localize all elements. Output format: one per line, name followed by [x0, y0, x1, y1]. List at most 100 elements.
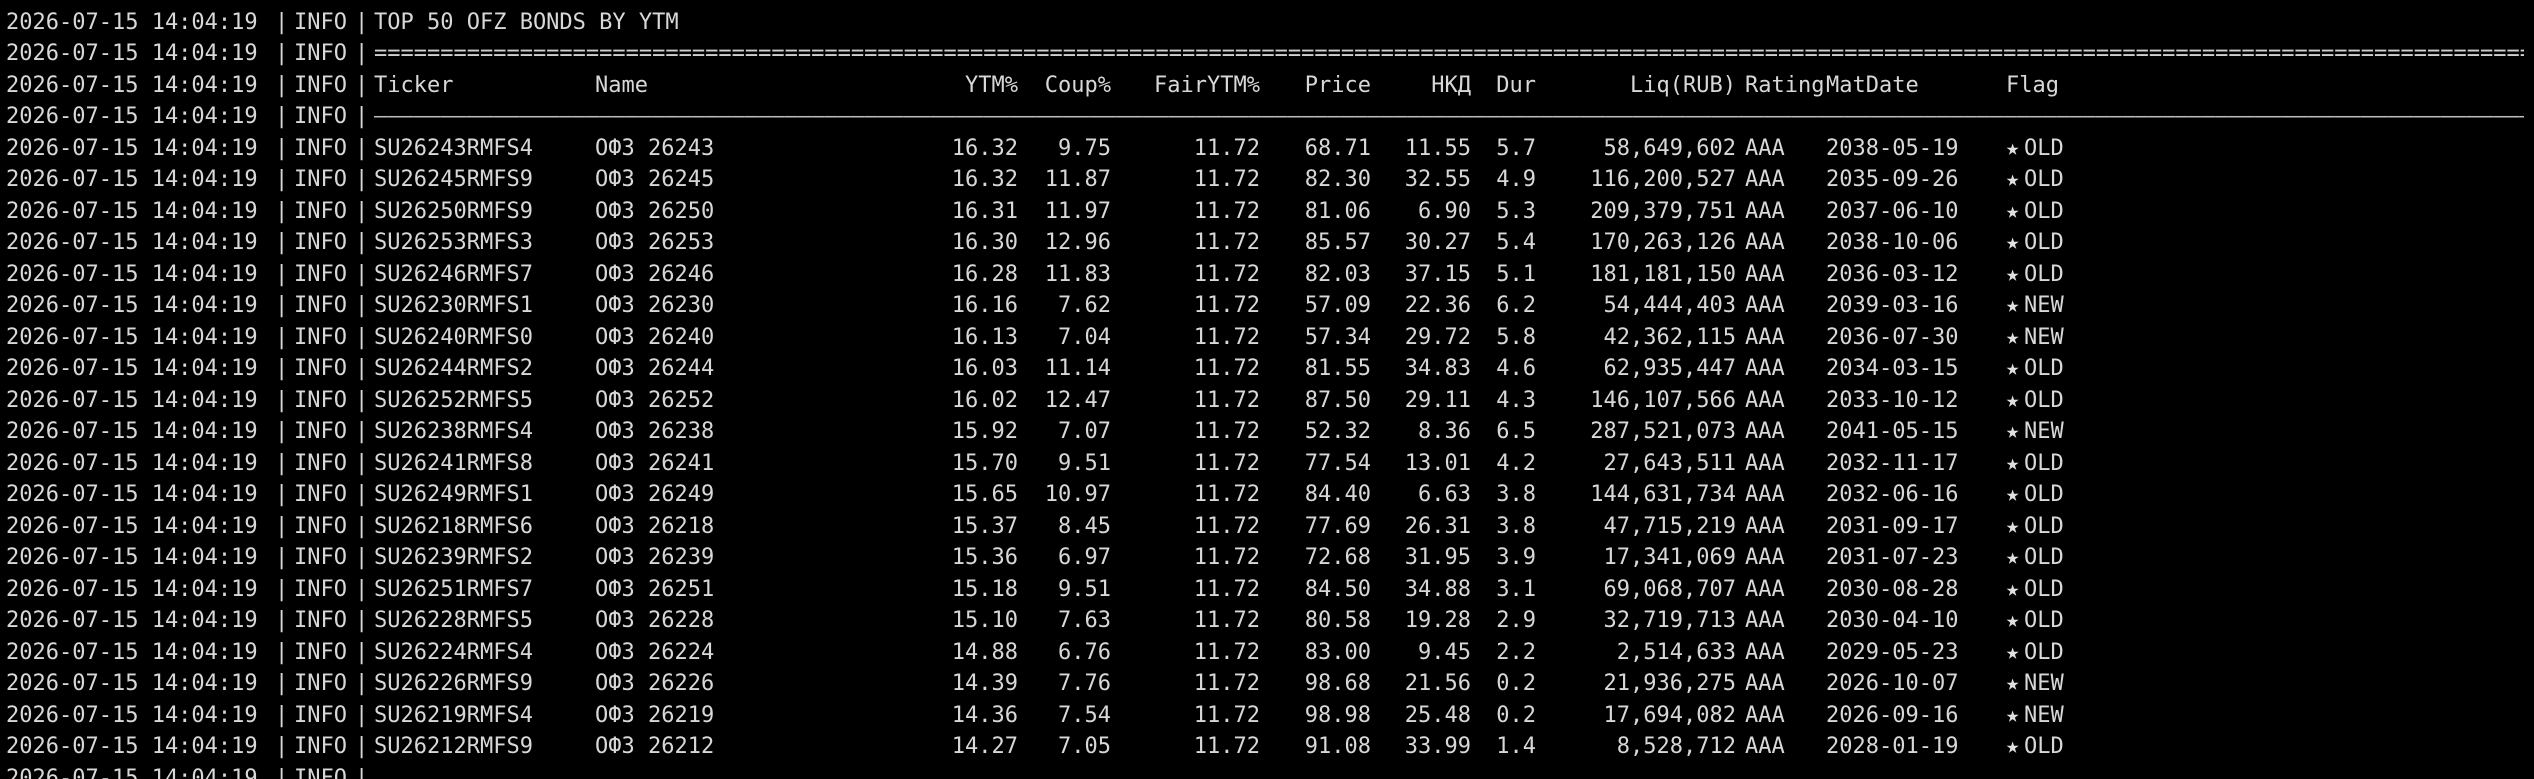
rating-cell: AAA	[1745, 671, 1785, 696]
rating-cell: AAA	[1745, 419, 1785, 444]
name-cell: ОФЗ 26228	[595, 608, 715, 633]
log-separator: |	[275, 356, 289, 381]
log-level: INFO	[294, 167, 347, 192]
log-separator: |	[355, 419, 369, 444]
ticker-cell: SU26253RMFS3	[374, 230, 533, 255]
coupon-cell: 7.54	[1058, 702, 1111, 728]
rating-cell: AAA	[1745, 545, 1785, 570]
log-timestamp: 2026-07-15 14:04:19	[6, 576, 258, 602]
log-separator: |	[355, 450, 369, 476]
price-cell: 77.69	[1304, 513, 1371, 539]
ytm-cell: 15.36	[951, 545, 1018, 570]
log-separator: |	[275, 9, 289, 35]
flag-label: OLD	[2024, 167, 2064, 192]
star-icon: ★	[2006, 324, 2020, 350]
name-cell: ОФЗ 26224	[595, 639, 715, 665]
maturity-cell: 2034-03-15	[1826, 356, 1959, 381]
liquidity-cell: 42,362,115	[1603, 324, 1736, 350]
name-cell: ОФЗ 26218	[595, 513, 715, 539]
nkd-cell: 13.01	[1404, 450, 1471, 476]
ytm-cell: 15.92	[951, 419, 1018, 444]
price-cell: 80.58	[1304, 608, 1371, 633]
log-separator: |	[355, 608, 369, 633]
coupon-cell: 8.45	[1058, 513, 1111, 539]
flag-cell: ★ OLD	[2006, 731, 2186, 763]
name-cell: ОФЗ 26251	[595, 576, 715, 602]
maturity-cell: 2030-04-10	[1826, 608, 1959, 633]
log-timestamp: 2026-07-15 14:04:19	[6, 356, 258, 381]
log-separator: |	[275, 230, 289, 255]
maturity-cell: 2039-03-16	[1826, 293, 1959, 318]
liquidity-cell: 146,107,566	[1590, 387, 1736, 413]
flag-label: NEW	[2024, 419, 2064, 444]
log-timestamp: 2026-07-15 14:04:19	[6, 545, 258, 570]
ytm-cell: 16.02	[951, 387, 1018, 413]
name-cell: ОФЗ 26249	[595, 482, 715, 507]
fair-ytm-cell: 11.72	[1193, 356, 1260, 381]
liquidity-cell: 27,643,511	[1603, 450, 1736, 476]
price-cell: 84.50	[1304, 576, 1371, 602]
fair-ytm-cell: 11.72	[1193, 198, 1260, 224]
log-level: INFO	[294, 482, 347, 507]
rating-cell: AAA	[1745, 356, 1785, 381]
ticker-cell: SU26250RMFS9	[374, 198, 533, 224]
log-level: INFO	[294, 41, 347, 66]
log-separator: |	[275, 765, 289, 779]
log-timestamp: 2026-07-15 14:04:19	[6, 608, 258, 633]
log-separator: |	[355, 41, 369, 66]
duration-cell: 3.8	[1496, 482, 1536, 507]
table-row: 2026-07-15 14:04:19 | INFO | SU26246RMFS7 ОФЗ…	[6, 259, 2534, 291]
log-level: INFO	[294, 702, 347, 728]
table-row: 2026-07-15 14:04:19 | INFO | SU26253RMFS3 ОФЗ…	[6, 227, 2534, 259]
nkd-cell: 6.90	[1418, 198, 1471, 224]
log-level: INFO	[294, 513, 347, 539]
log-separator: |	[275, 576, 289, 602]
coupon-cell: 6.76	[1058, 639, 1111, 665]
header-dash-rule: ————————————————————————————————————————…	[374, 104, 2524, 129]
coupon-cell: 9.51	[1058, 450, 1111, 476]
ticker-cell: SU26241RMFS8	[374, 450, 533, 476]
fair-ytm-cell: 11.72	[1193, 671, 1260, 696]
price-cell: 57.09	[1304, 293, 1371, 318]
flag-label: OLD	[2024, 261, 2064, 287]
price-cell: 91.08	[1304, 734, 1371, 759]
flag-label: OLD	[2024, 198, 2064, 224]
flag-cell: ★ NEW	[2006, 290, 2186, 322]
name-cell: ОФЗ 26250	[595, 198, 715, 224]
log-separator: |	[275, 135, 289, 161]
ticker-cell: SU26249RMFS1	[374, 482, 533, 507]
table-row: 2026-07-15 14:04:19 | INFO | SU26241RMFS8 ОФЗ…	[6, 448, 2534, 480]
ticker-cell: SU26226RMFS9	[374, 671, 533, 696]
name-cell: ОФЗ 26241	[595, 450, 715, 476]
flag-cell: ★ NEW	[2006, 416, 2186, 448]
star-icon: ★	[2006, 513, 2020, 539]
column-header-duration: Dur	[1496, 72, 1536, 98]
flag-cell: ★ OLD	[2006, 164, 2186, 196]
flag-label: OLD	[2024, 230, 2064, 255]
log-separator: |	[355, 513, 369, 539]
price-cell: 52.32	[1304, 419, 1371, 444]
flag-cell: ★ OLD	[2006, 511, 2186, 543]
rating-cell: AAA	[1745, 167, 1785, 192]
log-level: INFO	[294, 9, 347, 35]
flag-label: OLD	[2024, 545, 2064, 570]
star-icon: ★	[2006, 608, 2020, 633]
coupon-cell: 11.14	[1044, 356, 1111, 381]
price-cell: 85.57	[1304, 230, 1371, 255]
maturity-cell: 2035-09-26	[1826, 167, 1959, 192]
duration-cell: 4.9	[1496, 167, 1536, 192]
fair-ytm-cell: 11.72	[1193, 639, 1260, 665]
log-line-header-rule: 2026-07-15 14:04:19 | INFO | ===============…	[6, 38, 2534, 70]
ticker-cell: SU26230RMFS1	[374, 293, 533, 318]
liquidity-cell: 209,379,751	[1590, 198, 1736, 224]
duration-cell: 2.9	[1496, 608, 1536, 633]
nkd-cell: 25.48	[1404, 702, 1471, 728]
log-level: INFO	[294, 671, 347, 696]
name-cell: ОФЗ 26219	[595, 702, 715, 728]
maturity-cell: 2031-07-23	[1826, 545, 1959, 570]
duration-cell: 1.4	[1496, 734, 1536, 759]
ticker-cell: SU26243RMFS4	[374, 135, 533, 161]
coupon-cell: 11.97	[1044, 198, 1111, 224]
log-timestamp: 2026-07-15 14:04:19	[6, 734, 258, 759]
log-level: INFO	[294, 135, 347, 161]
